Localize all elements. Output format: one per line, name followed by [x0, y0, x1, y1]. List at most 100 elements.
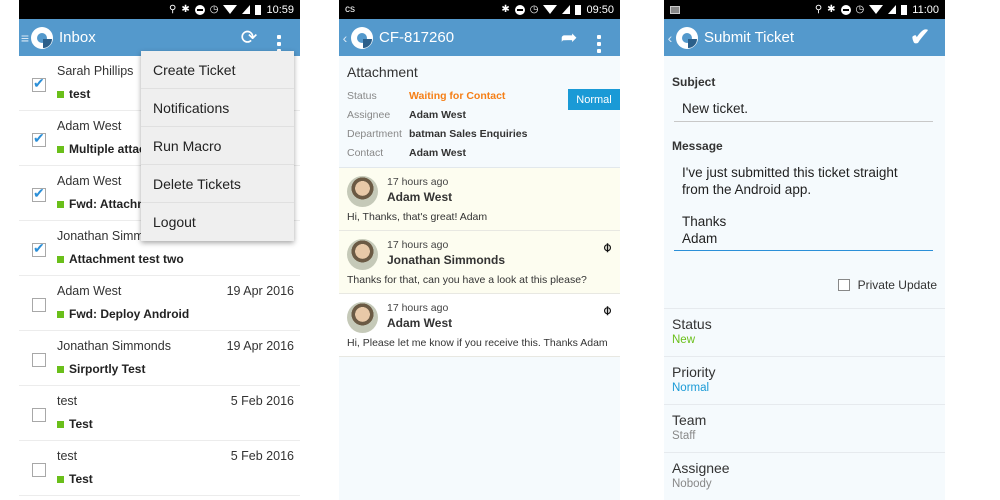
- ticket-subject: Multiple attac: [69, 142, 146, 156]
- status-bar: cs ✱ ◷ 09:50: [339, 0, 620, 19]
- signal-icon: [888, 5, 897, 14]
- ticket-row[interactable]: test 5 Feb 2016 Test: [19, 386, 300, 441]
- avatar: [347, 239, 378, 270]
- refresh-icon[interactable]: ⟳: [234, 25, 264, 50]
- status-tag-icon: [57, 310, 64, 318]
- clock: 09:50: [586, 3, 614, 16]
- checkbox[interactable]: [32, 185, 46, 202]
- team-selector[interactable]: Team Staff: [664, 405, 945, 453]
- notification-icon: cs: [345, 4, 355, 15]
- field-value: Nobody: [672, 478, 712, 490]
- more-vert-icon[interactable]: [584, 22, 614, 53]
- message-line: Thanks: [682, 214, 727, 229]
- private-update-toggle[interactable]: Private Update: [837, 278, 937, 292]
- message-time: 17 hours ago: [387, 176, 449, 188]
- menu-item-create-ticket[interactable]: Create Ticket: [141, 51, 294, 89]
- signal-icon: [242, 5, 251, 14]
- wifi-icon: [543, 5, 558, 14]
- status-tag-icon: [57, 90, 64, 98]
- status-bar: ⚲ ✱ ◷ 10:59: [19, 0, 300, 19]
- menu-item-delete-tickets[interactable]: Delete Tickets: [141, 165, 294, 203]
- message-author: Adam West: [387, 190, 453, 204]
- message-textarea[interactable]: I've just submitted this ticket straight…: [674, 165, 933, 251]
- attachment-icon[interactable]: ⌽: [603, 302, 612, 319]
- message-item[interactable]: ⌽ 17 hours ago Jonathan Simmonds Thanks …: [339, 231, 620, 294]
- inbox-screen: ⚲ ✱ ◷ 10:59 ≡ Inbox ⟳ Sarah Phillips tes…: [19, 0, 300, 500]
- property-label: Contact: [347, 146, 384, 159]
- property-department: Department batman Sales Enquiries: [347, 124, 612, 143]
- reply-icon[interactable]: ➦: [554, 25, 584, 50]
- message-item[interactable]: ⌽ 17 hours ago Adam West Hi, Please let …: [339, 294, 620, 357]
- ticket-date: 19 Apr 2016: [226, 339, 294, 353]
- ticket-reference: CF-817260: [379, 29, 455, 46]
- message-author: Jonathan Simmonds: [387, 253, 506, 267]
- ticket-subject: Sirportly Test: [69, 362, 146, 376]
- hamburger-icon[interactable]: ≡: [19, 30, 31, 46]
- assignee-value: Adam West: [409, 108, 466, 121]
- menu-item-notifications[interactable]: Notifications: [141, 89, 294, 127]
- ticket-row[interactable]: Jonathan Simmonds 19 Apr 2016 Sirportly …: [19, 331, 300, 386]
- ticket-subject: Fwd: Attachm: [69, 197, 148, 211]
- bluetooth-icon: ✱: [827, 4, 836, 15]
- menu-item-run-macro[interactable]: Run Macro: [141, 127, 294, 165]
- ticket-subject: Fwd: Deploy Android: [69, 307, 190, 321]
- status-tag-icon: [57, 145, 64, 153]
- message-thread: 17 hours ago Adam West Hi, Thanks, that'…: [339, 168, 620, 357]
- ticket-sender: Jonathan Simm: [57, 229, 144, 243]
- ticket-subject: Attachment: [347, 64, 418, 80]
- checkbox[interactable]: [32, 240, 46, 257]
- priority-selector[interactable]: Priority Normal: [664, 357, 945, 405]
- avatar: [347, 176, 378, 207]
- ticket-sender: test: [57, 449, 78, 463]
- ticket-row[interactable]: test 5 Feb 2016 Test: [19, 441, 300, 496]
- image-notification-icon: [670, 5, 680, 14]
- attachment-icon[interactable]: ⌽: [603, 239, 612, 256]
- message-time: 17 hours ago: [387, 302, 449, 314]
- location-icon: ⚲: [169, 4, 177, 15]
- app-logo-icon: [676, 26, 698, 49]
- status-tag-icon: [57, 200, 64, 208]
- assignee-selector[interactable]: Assignee Nobody: [664, 453, 945, 500]
- alarm-icon: ◷: [209, 4, 219, 15]
- message-body: Hi, Thanks, that's great! Adam: [347, 211, 488, 223]
- message-item[interactable]: 17 hours ago Adam West Hi, Thanks, that'…: [339, 168, 620, 231]
- checkbox[interactable]: [32, 408, 46, 422]
- ticket-sender: Jonathan Simmonds: [57, 339, 171, 353]
- message-line: I've just submitted this ticket straight: [682, 165, 898, 180]
- status-selector[interactable]: Status New: [664, 309, 945, 357]
- contact-value: Adam West: [409, 146, 466, 159]
- back-chevron-icon[interactable]: ‹: [664, 30, 676, 46]
- message-line: Adam: [682, 230, 718, 246]
- do-not-disturb-icon: [514, 4, 525, 15]
- checkbox[interactable]: [32, 463, 46, 477]
- app-logo-icon: [31, 26, 53, 49]
- avatar: [347, 302, 378, 333]
- alarm-icon: ◷: [529, 4, 539, 15]
- private-update-checkbox[interactable]: [837, 279, 850, 291]
- ticket-header: Attachment Status Waiting for Contact As…: [339, 56, 620, 168]
- more-vert-icon[interactable]: [264, 22, 294, 53]
- clock: 11:00: [912, 3, 939, 16]
- message-body: Thanks for that, can you have a look at …: [347, 274, 587, 286]
- ticket-row[interactable]: Adam West 19 Apr 2016 Fwd: Deploy Androi…: [19, 276, 300, 331]
- property-label: Status: [347, 89, 377, 102]
- clock: 10:59: [266, 3, 294, 16]
- status-value: Waiting for Contact: [409, 89, 506, 102]
- overflow-menu: Create Ticket Notifications Run Macro De…: [141, 51, 294, 241]
- department-value: batman Sales Enquiries: [409, 127, 528, 140]
- menu-item-logout[interactable]: Logout: [141, 203, 294, 241]
- checkbox[interactable]: [32, 75, 46, 92]
- status-tag-icon: [57, 365, 64, 373]
- subject-label: Subject: [672, 75, 716, 89]
- checkbox[interactable]: [32, 130, 46, 147]
- status-tag-icon: [57, 475, 64, 483]
- back-chevron-icon[interactable]: ‹: [339, 30, 351, 46]
- check-icon[interactable]: ✔: [901, 23, 939, 52]
- checkbox[interactable]: [32, 298, 46, 312]
- subject-input[interactable]: New ticket.: [674, 101, 933, 122]
- status-bar: ⚲ ✱ ◷ 11:00: [664, 0, 945, 19]
- checkbox[interactable]: [32, 353, 46, 367]
- battery-icon: [255, 4, 262, 15]
- ticket-subject: Test: [69, 417, 93, 431]
- message-author: Adam West: [387, 316, 453, 330]
